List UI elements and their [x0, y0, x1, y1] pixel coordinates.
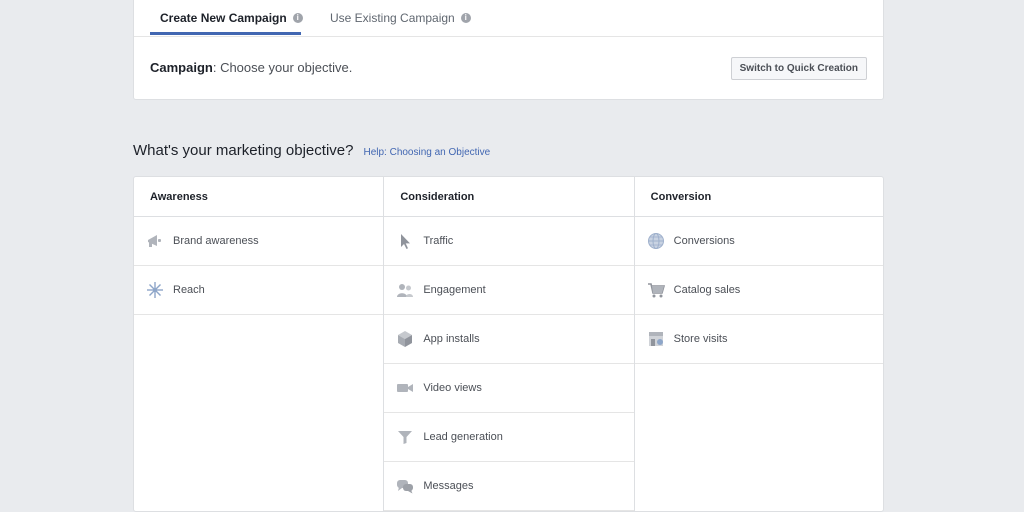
campaign-card: Create New Campaign i Use Existing Campa…	[133, 0, 884, 100]
info-icon[interactable]: i	[460, 13, 471, 23]
shopping-cart-icon	[647, 281, 665, 299]
objective-messages[interactable]: Messages	[384, 462, 634, 511]
campaign-label: Campaign	[150, 60, 213, 75]
objective-store-visits[interactable]: Store visits	[634, 315, 883, 364]
objective-lead-generation[interactable]: Lead generation	[384, 413, 634, 462]
objective-label: Catalog sales	[673, 284, 741, 296]
active-tab-underline	[150, 32, 301, 35]
column-awareness: Awareness Brand awareness Reach	[134, 177, 384, 511]
column-header: Consideration	[384, 177, 634, 217]
objective-reach[interactable]: Reach	[134, 266, 384, 315]
tab-label: Create New Campaign	[160, 11, 287, 25]
megaphone-icon	[146, 232, 164, 250]
objective-label: Conversions	[673, 235, 735, 247]
objective-label: Lead generation	[423, 431, 503, 443]
globe-icon	[647, 232, 665, 250]
box-icon	[396, 330, 414, 348]
campaign-row: Campaign: Choose your objective. Switch …	[134, 37, 883, 99]
objective-heading: What's your marketing objective? Help: C…	[133, 142, 490, 159]
objective-brand-awareness[interactable]: Brand awareness	[134, 217, 384, 266]
column-conversion: Conversion Conversions Catalog sales Sto…	[633, 177, 883, 511]
campaign-tabs: Create New Campaign i Use Existing Campa…	[134, 0, 883, 37]
video-camera-icon	[396, 379, 414, 397]
objective-conversions[interactable]: Conversions	[634, 217, 883, 266]
column-consideration: Consideration Traffic Engagement App ins…	[383, 177, 634, 511]
objective-title: What's your marketing objective?	[133, 142, 354, 159]
tab-use-existing-campaign[interactable]: Use Existing Campaign i	[330, 0, 471, 36]
objective-label: Store visits	[673, 333, 728, 345]
info-icon[interactable]: i	[292, 13, 303, 23]
store-icon	[647, 330, 665, 348]
asterisk-icon	[146, 281, 164, 299]
objective-label: Traffic	[423, 235, 454, 247]
objective-label: App installs	[423, 333, 480, 345]
objective-label: Engagement	[423, 284, 486, 296]
campaign-objective-text: Campaign: Choose your objective.	[150, 60, 352, 75]
objective-video-views[interactable]: Video views	[384, 364, 634, 413]
column-header: Conversion	[634, 177, 883, 217]
objective-engagement[interactable]: Engagement	[384, 266, 634, 315]
objective-catalog-sales[interactable]: Catalog sales	[634, 266, 883, 315]
tab-label: Use Existing Campaign	[330, 11, 455, 25]
objective-traffic[interactable]: Traffic	[384, 217, 634, 266]
column-header: Awareness	[134, 177, 384, 217]
funnel-icon	[396, 428, 414, 446]
objective-app-installs[interactable]: App installs	[384, 315, 634, 364]
tab-create-new-campaign[interactable]: Create New Campaign i	[160, 0, 303, 36]
switch-to-quick-creation-button[interactable]: Switch to Quick Creation	[730, 57, 867, 80]
objective-table: Awareness Brand awareness Reach Consider…	[133, 176, 884, 512]
chat-bubbles-icon	[396, 477, 414, 495]
campaign-hint: : Choose your objective.	[212, 60, 353, 75]
people-icon	[396, 281, 414, 299]
objective-label: Video views	[423, 382, 482, 394]
help-link[interactable]: Help: Choosing an Objective	[363, 147, 490, 158]
cursor-icon	[396, 232, 414, 250]
objective-label: Brand awareness	[173, 235, 259, 247]
objective-label: Messages	[423, 480, 474, 492]
objective-label: Reach	[173, 284, 205, 296]
